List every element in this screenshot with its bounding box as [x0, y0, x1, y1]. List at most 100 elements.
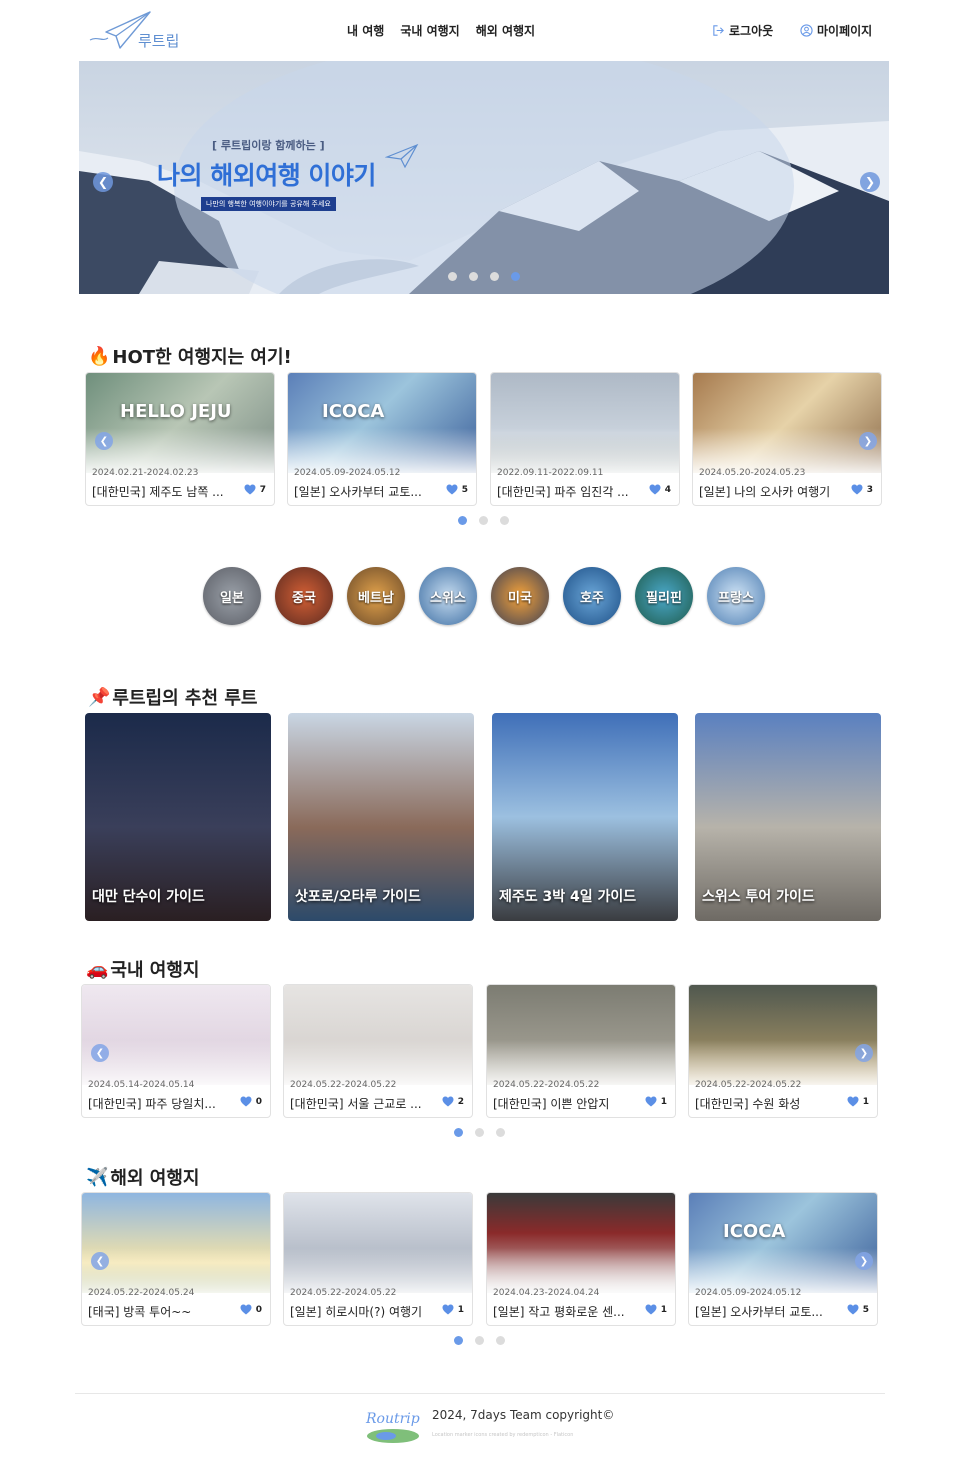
domestic-section-title: 🚗 국내 여행지	[86, 956, 200, 982]
heart-icon	[446, 484, 458, 495]
overseas-pagination	[454, 1336, 505, 1345]
domestic-pagination	[454, 1128, 505, 1137]
trip-card[interactable]: 2022.09.11-2022.09.11 [대한민국] 파주 임진각 ... 4	[490, 372, 680, 506]
like-count: 1	[457, 1304, 464, 1315]
country-button[interactable]: 호주	[563, 567, 621, 625]
footer-credit[interactable]: Location marker icons created by redempt…	[432, 1432, 573, 1438]
banner-subtitle: [ 루트립이랑 함께하는 ]	[212, 139, 325, 152]
domestic-dot[interactable]	[454, 1128, 463, 1137]
like-button[interactable]: 3	[851, 484, 873, 495]
like-count: 1	[660, 1304, 667, 1315]
trip-card[interactable]: 2024.05.22-2024.05.24 [태국] 방콕 투어~~ 0	[81, 1192, 271, 1326]
domestic-dot[interactable]	[496, 1128, 505, 1137]
footer-logo-text: Routrip	[365, 1411, 420, 1427]
airplane-icon: ✈️	[86, 1166, 109, 1188]
trip-card[interactable]: 2024.05.14-2024.05.14 [대한민국] 파주 당일치... 0	[81, 984, 271, 1118]
footer-logo: Routrip	[365, 1411, 420, 1443]
hero-banner[interactable]: [ 루트립이랑 함께하는 ] 나의 해외여행 이야기 나만의 행복한 여행이야기…	[79, 61, 889, 294]
like-button[interactable]: 7	[244, 484, 266, 495]
banner-dot[interactable]	[490, 272, 499, 281]
trip-card[interactable]: 2024.05.22-2024.05.22 [대한민국] 수원 화성 1	[688, 984, 878, 1118]
trip-card[interactable]: 2024.05.22-2024.05.22 [대한민국] 이쁜 안압지 1	[486, 984, 676, 1118]
card-date: 2024.05.09-2024.05.12	[695, 1288, 802, 1298]
banner-dot[interactable]	[469, 272, 478, 281]
overseas-dot[interactable]	[496, 1336, 505, 1345]
overseas-prev-button[interactable]: ❮	[91, 1252, 109, 1270]
like-button[interactable]: 1	[442, 1304, 464, 1315]
like-button[interactable]: 1	[645, 1304, 667, 1315]
card-title: [일본] 히로시마(?) 여행기	[290, 1305, 423, 1319]
hot-title-text: HOT한 여행지는 여기!	[112, 347, 292, 368]
route-card[interactable]: 삿포로/오타루 가이드	[288, 713, 474, 921]
logo-text: 루트립	[138, 32, 180, 50]
hot-dot[interactable]	[500, 516, 509, 525]
banner-next-button[interactable]: ❯	[860, 172, 880, 192]
like-button[interactable]: 4	[649, 484, 671, 495]
like-count: 5	[461, 484, 468, 495]
trip-card[interactable]: ICOCA 2024.05.09-2024.05.12 [일본] 오사카부터 교토.…	[688, 1192, 878, 1326]
chevron-left-icon: ❮	[99, 435, 109, 447]
like-button[interactable]: 0	[240, 1304, 262, 1315]
chevron-right-icon: ❯	[864, 175, 876, 189]
country-label: 호주	[580, 590, 604, 606]
trip-card[interactable]: 2024.04.23-2024.04.24 [일본] 작고 평화로운 센... 1	[486, 1192, 676, 1326]
trip-card[interactable]: 2024.05.22-2024.05.22 [일본] 히로시마(?) 여행기 1	[283, 1192, 473, 1326]
overseas-dot[interactable]	[454, 1336, 463, 1345]
trip-card[interactable]: ICOCA 2024.05.09-2024.05.12 [일본] 오사카부터 교토.…	[287, 372, 477, 506]
like-count: 4	[664, 484, 671, 495]
like-button[interactable]: 2	[442, 1096, 464, 1107]
overseas-next-button[interactable]: ❯	[855, 1252, 873, 1270]
like-count: 1	[862, 1096, 869, 1107]
route-card[interactable]: 제주도 3박 4일 가이드	[492, 713, 678, 921]
logout-button[interactable]: 로그아웃	[712, 22, 773, 39]
like-button[interactable]: 1	[645, 1096, 667, 1107]
domestic-prev-button[interactable]: ❮	[91, 1044, 109, 1062]
nav-my-trip[interactable]: 내 여행	[347, 22, 384, 39]
country-button[interactable]: 베트남	[347, 567, 405, 625]
card-title: [대한민국] 제주도 남쪽 ...	[92, 485, 224, 499]
country-button[interactable]: 미국	[491, 567, 549, 625]
hot-next-button[interactable]: ❯	[859, 432, 877, 450]
country-button[interactable]: 일본	[203, 567, 261, 625]
trip-card[interactable]: 2024.05.22-2024.05.22 [대한민국] 서울 근교로 ... 2	[283, 984, 473, 1118]
banner-dot[interactable]	[511, 272, 520, 281]
like-button[interactable]: 5	[847, 1304, 869, 1315]
domestic-dot[interactable]	[475, 1128, 484, 1137]
route-card[interactable]: 대만 단수이 가이드	[85, 713, 271, 921]
heart-icon	[649, 484, 661, 495]
country-button[interactable]: 프랑스	[707, 567, 765, 625]
overseas-dot[interactable]	[475, 1336, 484, 1345]
trip-card[interactable]: 2024.05.20-2024.05.23 [일본] 나의 오사카 여행기 3	[692, 372, 882, 506]
like-button[interactable]: 1	[847, 1096, 869, 1107]
country-button[interactable]: 스위스	[419, 567, 477, 625]
banner-dot[interactable]	[448, 272, 457, 281]
like-button[interactable]: 0	[240, 1096, 262, 1107]
route-card[interactable]: 스위스 투어 가이드	[695, 713, 881, 921]
mypage-button[interactable]: 마이페이지	[800, 22, 872, 39]
hot-section-title: 🔥 HOT한 여행지는 여기!	[88, 343, 292, 369]
hot-dot[interactable]	[479, 516, 488, 525]
chevron-right-icon: ❯	[859, 1047, 869, 1059]
heart-icon	[645, 1304, 657, 1315]
hot-prev-button[interactable]: ❮	[95, 432, 113, 450]
like-count: 5	[862, 1304, 869, 1315]
nav-overseas[interactable]: 해외 여행지	[476, 22, 535, 39]
country-button[interactable]: 중국	[275, 567, 333, 625]
mypage-label: 마이페이지	[817, 24, 873, 38]
banner-prev-button[interactable]: ❮	[93, 172, 113, 192]
country-button[interactable]: 필리핀	[635, 567, 693, 625]
hot-dot[interactable]	[458, 516, 467, 525]
nav-domestic[interactable]: 국내 여행지	[400, 22, 459, 39]
footer-copyright: 2024, 7days Team copyright©	[432, 1408, 615, 1422]
trip-card[interactable]: HELLO JEJU 2024.02.21-2024.02.23 [대한민국] 제주…	[85, 372, 275, 506]
card-date: 2024.05.20-2024.05.23	[699, 468, 806, 478]
card-date: 2024.05.22-2024.05.22	[290, 1288, 397, 1298]
like-count: 0	[255, 1096, 262, 1107]
logout-label: 로그아웃	[729, 24, 774, 38]
heart-icon	[442, 1096, 454, 1107]
like-button[interactable]: 5	[446, 484, 468, 495]
domestic-next-button[interactable]: ❯	[855, 1044, 873, 1062]
logout-icon	[713, 25, 724, 36]
route-title: 스위스 투어 가이드	[702, 889, 815, 905]
overseas-section-title: ✈️ 해외 여행지	[86, 1164, 200, 1190]
